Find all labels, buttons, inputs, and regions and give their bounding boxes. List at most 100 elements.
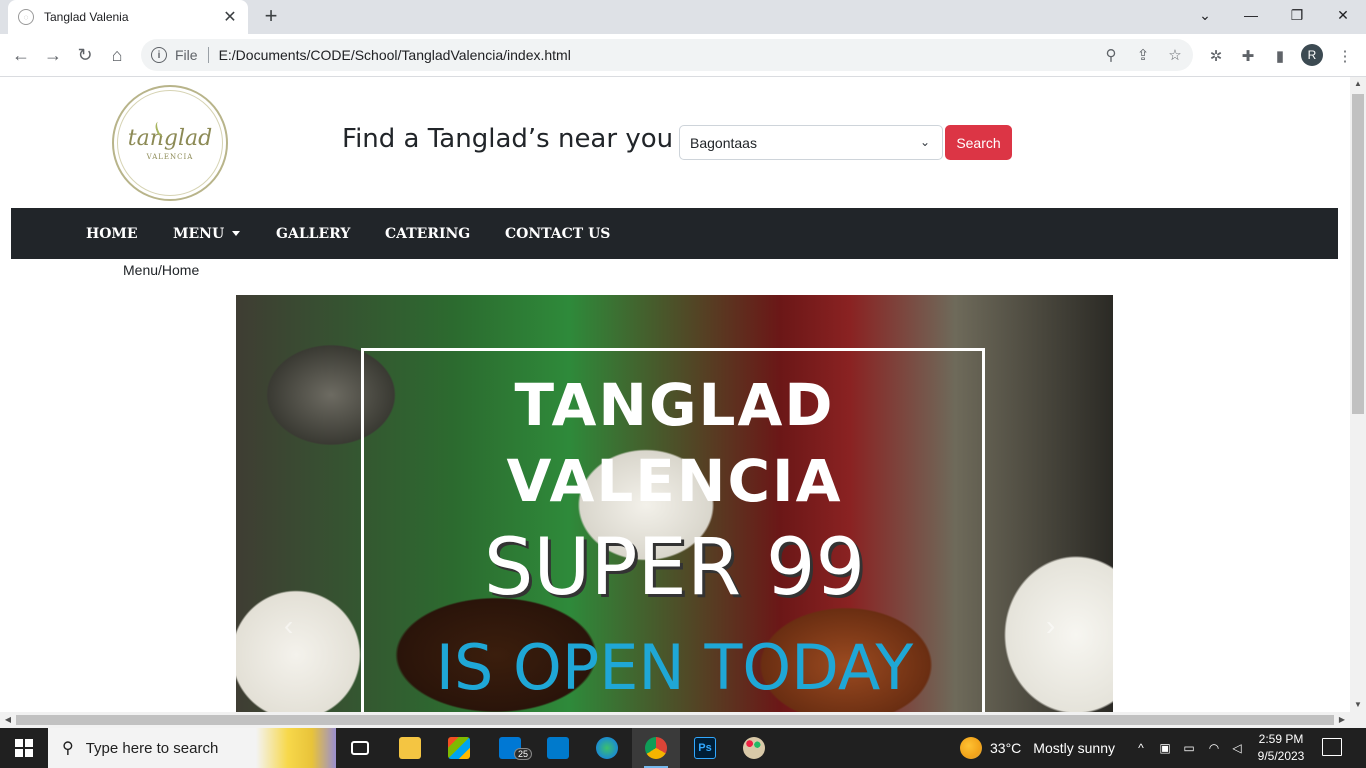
reload-icon[interactable]: ↻ (70, 40, 100, 70)
search-icon: ⚲ (62, 740, 74, 757)
minimize-button[interactable]: — (1228, 0, 1274, 30)
microsoft-store-button[interactable] (435, 728, 483, 768)
scroll-right-icon[interactable]: ▶ (1334, 712, 1350, 728)
edge-icon (596, 737, 618, 759)
start-button[interactable] (0, 728, 48, 768)
branch-select[interactable]: Bagontaas ⌄ (679, 125, 943, 160)
chrome-button[interactable] (632, 728, 680, 768)
nav-gallery[interactable]: GALLERY (276, 208, 350, 259)
site-info-icon[interactable]: i (151, 47, 167, 63)
branch-select-value: Bagontaas (690, 134, 757, 151)
home-icon[interactable]: ⌂ (102, 40, 132, 70)
back-icon[interactable]: ← (6, 40, 36, 70)
browser-tab-strip: ◌ Tanglad Valenia ✕ + ⌄ — ❐ ✕ (0, 0, 1366, 34)
weather-temperature: 33°C (990, 740, 1022, 756)
windows-logo-icon (15, 739, 33, 757)
horizontal-scrollbar[interactable]: ◀ ▶ (0, 712, 1366, 728)
side-panel-icon[interactable]: ▮ (1269, 45, 1291, 67)
main-navbar: HOME MENU GALLERY CATERING CONTACT US (11, 208, 1338, 259)
paint-button[interactable] (730, 728, 778, 768)
sun-cloud-icon (960, 737, 982, 759)
taskbar-clock[interactable]: 2:59 PM 9/5/2023 (1252, 731, 1310, 765)
edge-button[interactable] (583, 728, 631, 768)
vscode-icon (547, 737, 569, 759)
nav-catering-label: CATERING (385, 225, 471, 242)
vertical-scrollbar[interactable]: ▲ ▼ (1350, 77, 1366, 712)
tab-close-icon[interactable]: ✕ (222, 7, 238, 27)
hero-title-line3: SUPER 99 (483, 523, 866, 613)
browser-tab[interactable]: ◌ Tanglad Valenia ✕ (8, 0, 248, 34)
taskbar-search-placeholder: Type here to search (85, 739, 219, 757)
new-tab-button[interactable]: + (259, 5, 283, 29)
search-highlight-art (256, 728, 336, 768)
address-bar[interactable]: i File E:/Documents/CODE/School/TangladV… (141, 39, 1193, 71)
meet-now-icon[interactable]: ▣ (1156, 738, 1174, 758)
file-explorer-button[interactable] (386, 728, 434, 768)
bug-extension-icon[interactable]: ✲ (1205, 45, 1227, 67)
nav-contact-label: CONTACT US (505, 225, 611, 242)
battery-icon[interactable]: ▭ (1180, 738, 1198, 758)
search-button[interactable]: Search (945, 125, 1012, 160)
extensions-puzzle-icon[interactable]: ✚ (1237, 45, 1259, 67)
photoshop-icon: Ps (694, 737, 716, 759)
volume-icon[interactable]: ◁ (1228, 738, 1246, 758)
photoshop-button[interactable]: Ps (681, 728, 729, 768)
tanglad-logo[interactable]: tanglad VALENCIA (112, 85, 228, 201)
task-view-icon (351, 741, 369, 755)
caret-down-icon (232, 231, 241, 236)
nav-menu-label: MENU (173, 225, 225, 242)
share-icon[interactable]: ⇪ (1133, 45, 1153, 65)
folder-icon (399, 737, 421, 759)
hero-title-line2: VALENCIA (506, 447, 843, 515)
close-window-button[interactable]: ✕ (1320, 0, 1366, 30)
breadcrumb: Menu/Home (123, 262, 200, 278)
scroll-down-icon[interactable]: ▼ (1350, 698, 1366, 712)
hero-title-line1: TANGLAD (514, 371, 835, 439)
forward-icon[interactable]: → (38, 40, 68, 70)
mail-badge: 25 (514, 748, 533, 760)
hero-title-line4: IS OPEN TODAY (435, 631, 914, 704)
nav-contact-us[interactable]: CONTACT US (505, 208, 610, 259)
profile-avatar[interactable]: R (1301, 44, 1323, 66)
hero-carousel: TANGLAD VALENCIA SUPER 99 IS OPEN TODAY … (236, 295, 1113, 712)
weather-widget[interactable]: 33°C Mostly sunny (960, 728, 1115, 768)
tab-search-chevron-icon[interactable]: ⌄ (1182, 0, 1228, 30)
nav-home-label: HOME (86, 225, 138, 242)
nav-menu-dropdown[interactable]: MENU (173, 208, 241, 259)
omnibox-divider (207, 47, 209, 63)
paint-palette-icon (743, 737, 765, 759)
scroll-up-icon[interactable]: ▲ (1350, 77, 1366, 91)
nav-home[interactable]: HOME (86, 208, 138, 259)
browser-toolbar: ← → ↻ ⌂ i File E:/Documents/CODE/School/… (0, 34, 1366, 77)
carousel-next-icon[interactable]: › (1046, 610, 1055, 642)
nav-catering[interactable]: CATERING (385, 208, 470, 259)
url-text[interactable]: E:/Documents/CODE/School/TangladValencia… (219, 47, 571, 63)
nav-gallery-label: GALLERY (276, 225, 351, 242)
restore-button[interactable]: ❐ (1274, 0, 1320, 30)
wifi-icon[interactable]: ◠ (1205, 738, 1223, 758)
page-viewport: tanglad VALENCIA Find a Tanglad’s near y… (0, 77, 1350, 712)
notification-center-icon[interactable] (1322, 738, 1342, 756)
chrome-icon (645, 737, 667, 759)
zoom-icon[interactable]: ⚲ (1101, 45, 1121, 65)
tab-favicon-icon: ◌ (18, 9, 34, 25)
carousel-prev-icon[interactable]: ‹ (284, 610, 293, 642)
browser-menu-icon[interactable]: ⋮ (1334, 45, 1356, 67)
windows-taskbar: ⚲ Type here to search 25 Ps 33°C Mostly … (0, 728, 1366, 768)
store-icon (448, 737, 470, 759)
taskbar-search-box[interactable]: ⚲ Type here to search (48, 728, 336, 768)
url-scheme-label: File (175, 47, 198, 63)
find-store-heading: Find a Tanglad’s near you (342, 124, 674, 154)
scroll-left-icon[interactable]: ◀ (0, 712, 16, 728)
clock-time: 2:59 PM (1258, 732, 1304, 746)
bookmark-star-icon[interactable]: ☆ (1165, 45, 1185, 65)
clock-date: 9/5/2023 (1257, 749, 1305, 763)
vscode-button[interactable] (534, 728, 582, 768)
show-hidden-icons-chevron-icon[interactable]: ^ (1132, 738, 1150, 758)
logo-ring (117, 90, 223, 196)
weather-description: Mostly sunny (1033, 740, 1115, 756)
task-view-button[interactable] (336, 728, 384, 768)
mail-button[interactable]: 25 (486, 728, 534, 768)
horizontal-scroll-thumb[interactable] (16, 715, 1334, 725)
vertical-scroll-thumb[interactable] (1352, 94, 1364, 414)
